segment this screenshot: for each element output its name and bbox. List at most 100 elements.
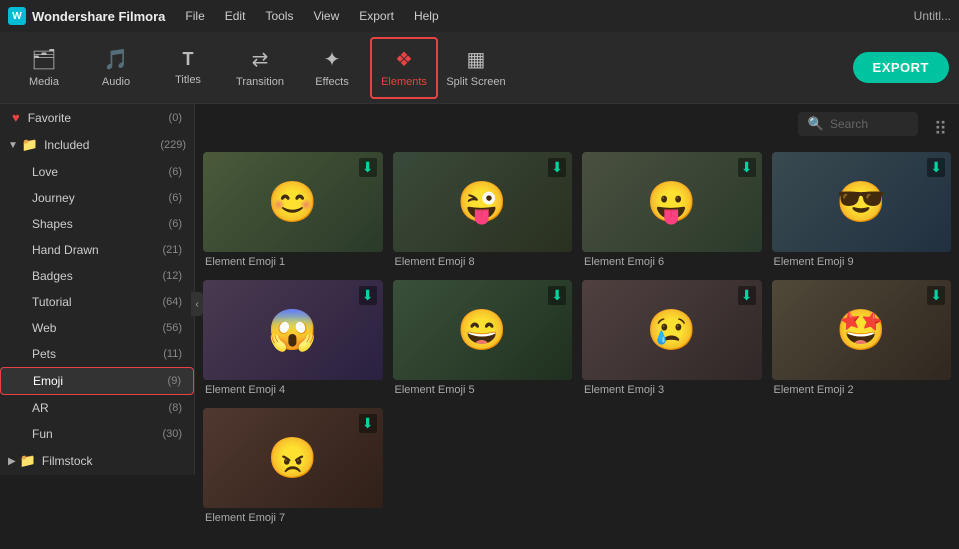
grid-view-toggle[interactable]: ⠿	[934, 119, 947, 140]
list-item[interactable]: 😊 ⬇ Element Emoji 1	[203, 152, 383, 270]
untitled-label: Untitl...	[914, 9, 951, 23]
badges-count: (12)	[162, 270, 182, 282]
export-button[interactable]: EXPORT	[853, 52, 949, 83]
toolbar-media[interactable]: 🗂 Media	[10, 37, 78, 99]
search-bar[interactable]: 🔍	[798, 112, 918, 136]
emoji1-image: 😊	[268, 179, 318, 226]
sidebar-item-shapes[interactable]: Shapes (6)	[0, 211, 194, 237]
ar-label: AR	[32, 401, 169, 415]
list-item[interactable]: 😄 ⬇ Element Emoji 5	[393, 280, 573, 398]
sidebar-item-tutorial[interactable]: Tutorial (64)	[0, 289, 194, 315]
toolbar-effects[interactable]: ✦ Effects	[298, 37, 366, 99]
toolbar-audio-label: Audio	[102, 76, 130, 88]
list-item[interactable]: 😛 ⬇ Element Emoji 6	[582, 152, 762, 270]
download-icon: ⬇	[359, 286, 377, 305]
search-input[interactable]	[830, 117, 910, 131]
fun-label: Fun	[32, 427, 162, 441]
toolbar-media-label: Media	[29, 76, 59, 88]
heart-icon: ♥	[12, 110, 20, 125]
emoji2-label: Element Emoji 2	[772, 380, 952, 398]
chevron-down-icon: ▼	[8, 140, 18, 151]
toolbar-splitscreen[interactable]: ▦ Split Screen	[442, 37, 510, 99]
emoji6-thumb: 😛 ⬇	[582, 152, 762, 252]
sidebar-item-pets[interactable]: Pets (11)	[0, 341, 194, 367]
emoji-label: Emoji	[33, 374, 168, 388]
sidebar-item-filmstock[interactable]: ▶ 📁 Filmstock	[0, 447, 194, 475]
menu-file[interactable]: File	[181, 7, 208, 25]
download-icon: ⬇	[359, 414, 377, 433]
app-logo-icon: W	[8, 7, 26, 25]
list-item[interactable]: 😜 ⬇ Element Emoji 8	[393, 152, 573, 270]
toolbar-titles[interactable]: T Titles	[154, 37, 222, 99]
emoji7-thumb: 😠 ⬇	[203, 408, 383, 508]
emoji8-label: Element Emoji 8	[393, 252, 573, 270]
top-controls: 🔍 ⠿	[203, 112, 951, 144]
titles-icon: T	[183, 49, 194, 70]
list-item[interactable]: 😱 ⬇ Element Emoji 4	[203, 280, 383, 398]
menu-help[interactable]: Help	[410, 7, 443, 25]
download-icon: ⬇	[738, 286, 756, 305]
list-item[interactable]: 😎 ⬇ Element Emoji 9	[772, 152, 952, 270]
toolbar-audio[interactable]: 🎵 Audio	[82, 37, 150, 99]
toolbar-transition[interactable]: ⇄ Transition	[226, 37, 294, 99]
journey-count: (6)	[169, 192, 182, 204]
menu-edit[interactable]: Edit	[221, 7, 250, 25]
menu-tools[interactable]: Tools	[261, 7, 297, 25]
search-icon: 🔍	[808, 116, 824, 132]
splitscreen-icon: ▦	[467, 47, 486, 72]
emoji3-thumb: 😢 ⬇	[582, 280, 762, 380]
emoji5-label: Element Emoji 5	[393, 380, 573, 398]
filmstock-folder-icon: 📁	[20, 453, 36, 469]
emoji3-label: Element Emoji 3	[582, 380, 762, 398]
tutorial-label: Tutorial	[32, 295, 162, 309]
sidebar-item-favorite[interactable]: ♥ Favorite (0)	[0, 104, 194, 131]
effects-icon: ✦	[324, 47, 341, 72]
elements-grid: 😊 ⬇ Element Emoji 1 😜 ⬇ Element Emoji 8	[203, 152, 951, 526]
sidebar-item-fun[interactable]: Fun (30)	[0, 421, 194, 447]
emoji6-image: 😛	[647, 179, 697, 226]
fun-count: (30)	[162, 428, 182, 440]
sidebar-item-hand-drawn[interactable]: Hand Drawn (21)	[0, 237, 194, 263]
list-item[interactable]: 😢 ⬇ Element Emoji 3	[582, 280, 762, 398]
ar-count: (8)	[169, 402, 182, 414]
sidebar-item-included[interactable]: ▼ 📁 Included (229)	[0, 131, 194, 159]
list-item[interactable]: 😠 ⬇ Element Emoji 7	[203, 408, 383, 526]
sidebar-item-ar[interactable]: AR (8)	[0, 395, 194, 421]
pets-label: Pets	[32, 347, 163, 361]
menu-view[interactable]: View	[309, 7, 343, 25]
sidebar-item-journey[interactable]: Journey (6)	[0, 185, 194, 211]
emoji-count: (9)	[168, 375, 181, 387]
emoji8-thumb: 😜 ⬇	[393, 152, 573, 252]
sidebar-item-web[interactable]: Web (56)	[0, 315, 194, 341]
badges-label: Badges	[32, 269, 162, 283]
favorite-label: Favorite	[28, 111, 169, 125]
app-logo-name: Wondershare Filmora	[32, 9, 165, 24]
download-icon: ⬇	[738, 158, 756, 177]
toolbar-titles-label: Titles	[175, 74, 201, 86]
toolbar-splitscreen-label: Split Screen	[446, 76, 505, 88]
download-icon: ⬇	[927, 286, 945, 305]
pets-count: (11)	[163, 348, 182, 360]
sidebar-item-emoji[interactable]: Emoji (9)	[0, 367, 194, 395]
shapes-label: Shapes	[32, 217, 169, 231]
emoji6-label: Element Emoji 6	[582, 252, 762, 270]
hand-drawn-label: Hand Drawn	[32, 243, 162, 257]
list-item[interactable]: 🤩 ⬇ Element Emoji 2	[772, 280, 952, 398]
included-label: Included	[44, 138, 160, 152]
sidebar-item-badges[interactable]: Badges (12)	[0, 263, 194, 289]
filmstock-label: Filmstock	[42, 454, 186, 468]
download-icon: ⬇	[548, 158, 566, 177]
sidebar-collapse-button[interactable]: ‹	[191, 292, 203, 316]
sidebar-item-love[interactable]: Love (6)	[0, 159, 194, 185]
web-count: (56)	[162, 322, 182, 334]
tutorial-count: (64)	[162, 296, 182, 308]
web-label: Web	[32, 321, 162, 335]
download-icon: ⬇	[359, 158, 377, 177]
love-count: (6)	[169, 166, 182, 178]
journey-label: Journey	[32, 191, 169, 205]
media-icon: 🗂	[31, 47, 56, 72]
toolbar-elements[interactable]: ❖ Elements	[370, 37, 438, 99]
sidebar-wrapper: ♥ Favorite (0) ▼ 📁 Included (229) Love (…	[0, 104, 195, 549]
menu-export[interactable]: Export	[355, 7, 398, 25]
download-icon: ⬇	[927, 158, 945, 177]
